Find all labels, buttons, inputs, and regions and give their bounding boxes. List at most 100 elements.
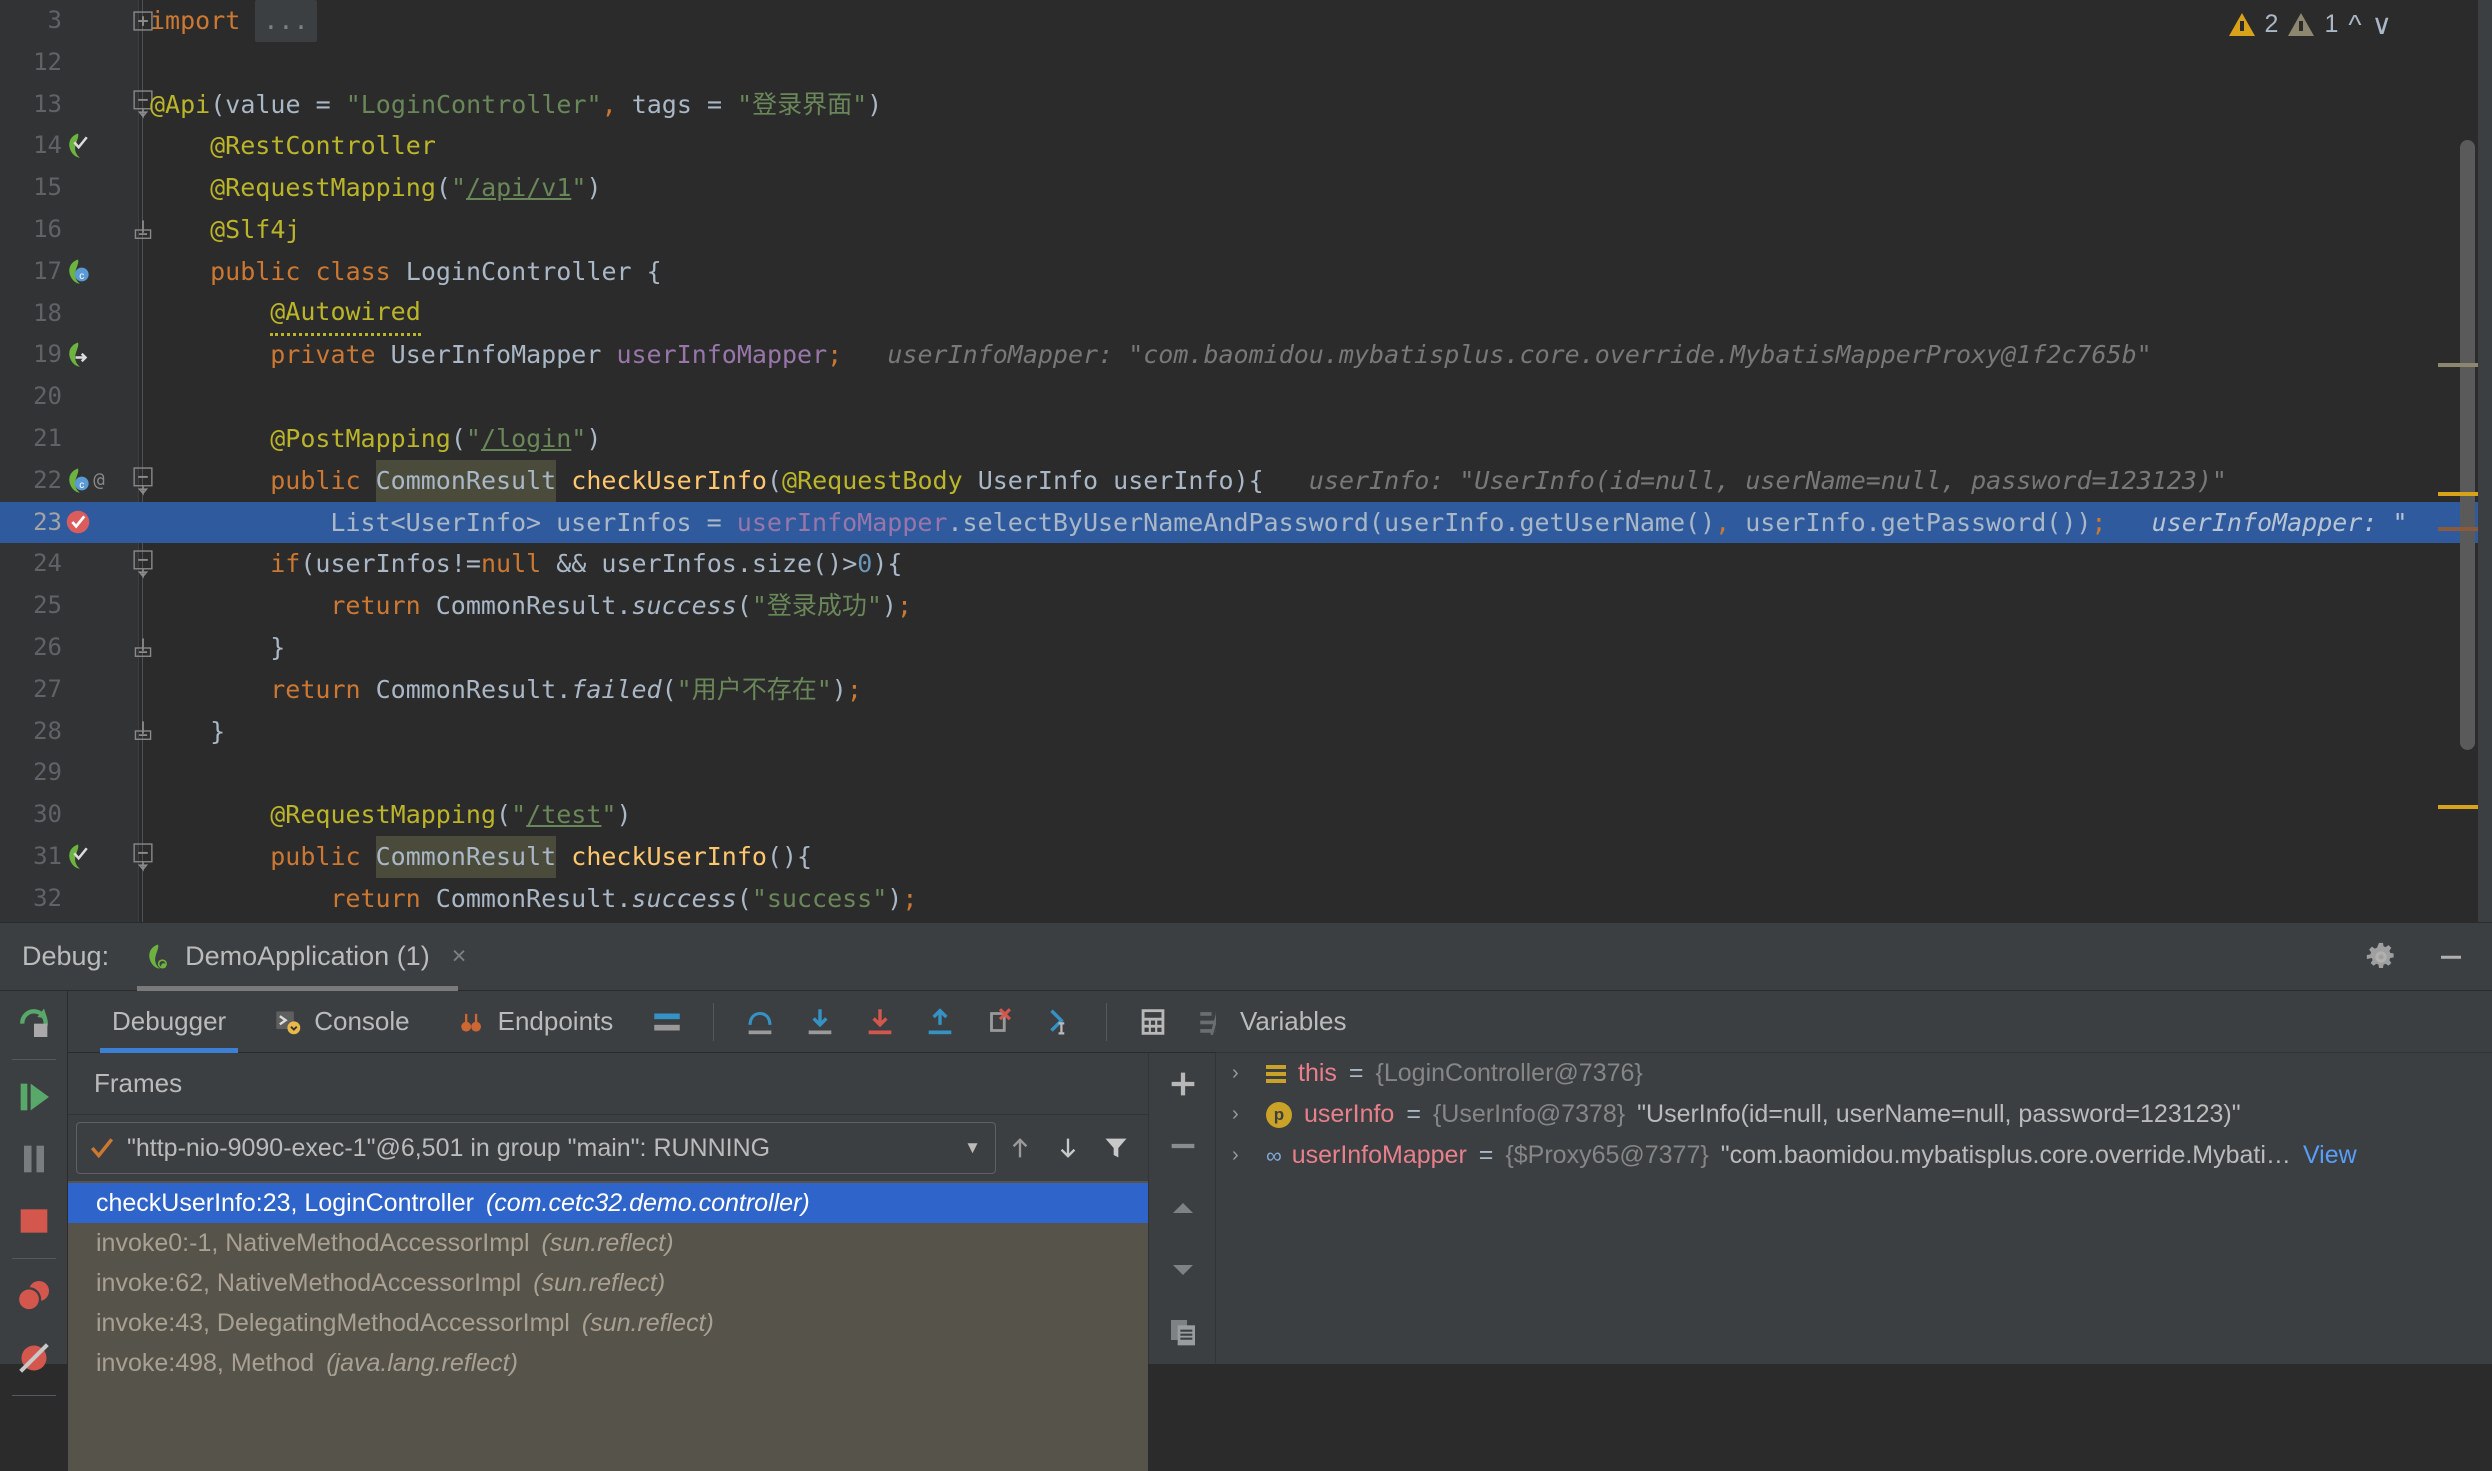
step-out-icon[interactable]: [914, 996, 966, 1048]
code-text[interactable]: @PostMapping("/login "): [270, 418, 601, 460]
code-text[interactable]: @RequestMapping("/api/v1 "): [210, 167, 601, 209]
spring-bean-icon[interactable]: [63, 842, 93, 872]
debug-action-rail[interactable]: [0, 991, 68, 1396]
show-execution-point-icon[interactable]: [641, 996, 693, 1048]
code-line[interactable]: 22 c @ public CommonResult checkUserInfo(@R…: [0, 459, 2492, 502]
code-text[interactable]: return CommonResult. success("登录成功");: [330, 585, 912, 627]
force-step-into-icon[interactable]: [854, 996, 906, 1048]
fold-marker[interactable]: [128, 711, 158, 753]
copy-icon[interactable]: [1149, 1301, 1217, 1363]
code-text[interactable]: public CommonResult checkUserInfo(@Reque…: [270, 459, 2227, 502]
plus-icon[interactable]: [1149, 1053, 1217, 1115]
fold-collapse-start-icon[interactable]: [132, 842, 154, 872]
code-text[interactable]: @RestController: [210, 125, 436, 167]
code-line[interactable]: 23 List<UserInfo> userInfos = userInfoMap…: [0, 501, 2492, 544]
previous-problem-icon[interactable]: ^: [2348, 9, 2361, 41]
tab-console[interactable]: Console: [250, 991, 433, 1053]
code-text[interactable]: return CommonResult. failed("用户不存在");: [270, 669, 862, 711]
code-text[interactable]: }: [270, 627, 285, 669]
fold-marker[interactable]: [128, 460, 158, 502]
code-text[interactable]: public CommonResult checkUserInfo(){: [270, 835, 812, 878]
scroll-marker-warn-2[interactable]: [2438, 805, 2478, 809]
fold-marker[interactable]: [128, 209, 158, 251]
evaluate-expression-icon[interactable]: [1127, 996, 1179, 1048]
stop-icon[interactable]: [0, 1190, 68, 1252]
code-line[interactable]: 19 private UserInfoMapper userInfoMapper;…: [0, 334, 2492, 376]
variables-action-rail[interactable]: [1148, 1053, 1216, 1364]
gutter-breakpoint[interactable]: [56, 502, 100, 544]
scroll-marker-weak[interactable]: [2438, 363, 2478, 367]
thread-selector-row[interactable]: "http-nio-9090-exec-1"@6,501 in group "m…: [68, 1115, 1148, 1181]
close-icon[interactable]: ×: [452, 942, 467, 971]
frame-item[interactable]: invoke:62, NativeMethodAccessorImpl (sun.…: [68, 1263, 1148, 1303]
fold-marker[interactable]: [128, 627, 158, 669]
arrow-down-icon[interactable]: [1044, 1134, 1092, 1162]
mute-breakpoints-icon[interactable]: [0, 1327, 68, 1389]
code-line[interactable]: 31 public CommonResult checkUserInfo(){: [0, 835, 2492, 878]
fold-collapse-end-icon[interactable]: [132, 637, 154, 659]
minus-icon[interactable]: [1149, 1115, 1217, 1177]
variables-pane[interactable]: Variables › this = {LoginController@7376} › p…: [1216, 991, 2492, 1364]
frame-item[interactable]: invoke:43, DelegatingMethodAccessorImpl (…: [68, 1303, 1148, 1343]
drop-frame-icon[interactable]: [974, 996, 1026, 1048]
code-line[interactable]: 21 @PostMapping("/login "): [0, 418, 2492, 460]
code-text[interactable]: @Autowired: [270, 293, 421, 336]
fold-collapse-start-icon[interactable]: [132, 466, 154, 496]
code-line[interactable]: 25 return CommonResult. success("登录成功");: [0, 585, 2492, 627]
spring-autowire-icon[interactable]: [63, 340, 93, 370]
scroll-marker-warn[interactable]: [2438, 492, 2478, 496]
move-down-icon[interactable]: [1149, 1239, 1217, 1301]
step-into-icon[interactable]: [794, 996, 846, 1048]
code-line[interactable]: 12: [0, 42, 2492, 84]
resume-program-icon[interactable]: [0, 1066, 68, 1128]
code-line[interactable]: 20: [0, 376, 2492, 418]
gutter-bean-class[interactable]: c: [56, 251, 100, 293]
code-editor[interactable]: 3 import ... 12 13 @Api(value = "LoginContro…: [0, 0, 2492, 922]
code-line[interactable]: 24 if (userInfos!= null && userInfos.size()…: [0, 543, 2492, 585]
gutter-bean-check[interactable]: [56, 836, 100, 878]
code-text[interactable]: private UserInfoMapper userInfoMapper; u…: [270, 334, 2151, 376]
expand-chevron-icon[interactable]: ›: [1232, 1103, 1254, 1126]
code-text[interactable]: @Slf4j: [210, 209, 300, 251]
editor-scrollbar[interactable]: [2438, 0, 2478, 922]
move-up-icon[interactable]: [1149, 1177, 1217, 1239]
frame-item[interactable]: invoke0:-1, NativeMethodAccessorImpl (sun…: [68, 1223, 1148, 1263]
code-line[interactable]: 29: [0, 752, 2492, 794]
code-line[interactable]: 14 @RestController: [0, 125, 2492, 167]
spring-bean-icon[interactable]: [63, 131, 93, 161]
run-to-cursor-icon[interactable]: [1034, 996, 1086, 1048]
gutter-annotation-icon[interactable]: @: [84, 460, 114, 502]
code-text[interactable]: @Api(value = "LoginController", tags = "…: [150, 84, 882, 126]
frame-item[interactable]: invoke:498, Method (java.lang.reflect): [68, 1343, 1148, 1383]
inspection-widget[interactable]: 2 1 ^ ∨: [2228, 8, 2392, 41]
gear-icon[interactable]: [2364, 940, 2398, 974]
gutter-bean-check[interactable]: [56, 125, 100, 167]
variable-row[interactable]: › this = {LoginController@7376}: [1216, 1053, 2492, 1094]
code-line[interactable]: 32 return CommonResult. success("success")…: [0, 878, 2492, 920]
hide-icon[interactable]: [2436, 942, 2466, 972]
expand-chevron-icon[interactable]: ›: [1232, 1144, 1254, 1167]
debug-session-tab[interactable]: DemoApplication (1) ×: [137, 923, 472, 991]
code-text[interactable]: return CommonResult. success("success");: [330, 878, 917, 920]
code-text[interactable]: public class LoginController {: [210, 251, 662, 293]
chevron-down-icon[interactable]: ▼: [964, 1138, 981, 1158]
variable-row[interactable]: › ∞ userInfoMapper = {$Proxy65@7377} "com.bao…: [1216, 1135, 2492, 1176]
scroll-marker-other[interactable]: [2438, 527, 2478, 531]
fold-collapse-start-icon[interactable]: [132, 549, 154, 579]
frame-item[interactable]: checkUserInfo:23, LoginController (com.ce…: [68, 1183, 1148, 1223]
scrollbar-thumb[interactable]: [2460, 140, 2475, 750]
code-line[interactable]: 30 @RequestMapping("/test "): [0, 794, 2492, 836]
code-line[interactable]: 28}: [0, 711, 2492, 753]
code-text[interactable]: if (userInfos!= null && userInfos.size()> 0…: [270, 543, 902, 585]
filter-icon[interactable]: [1092, 1134, 1140, 1162]
code-line[interactable]: 18 @Autowired: [0, 293, 2492, 336]
code-line[interactable]: 15 @RequestMapping("/api/v1 "): [0, 167, 2492, 209]
frames-list[interactable]: checkUserInfo:23, LoginController (com.ce…: [68, 1181, 1148, 1471]
fold-marker[interactable]: [128, 836, 158, 878]
debug-tool-window[interactable]: Debug: DemoApplication (1) × Debugger Co…: [0, 922, 2492, 1471]
fold-collapse-end-icon[interactable]: [132, 219, 154, 241]
fold-marker[interactable]: [128, 543, 158, 585]
rerun-icon[interactable]: [0, 991, 68, 1053]
code-line[interactable]: 3 import ...: [0, 0, 2492, 42]
pause-program-icon[interactable]: [0, 1128, 68, 1190]
